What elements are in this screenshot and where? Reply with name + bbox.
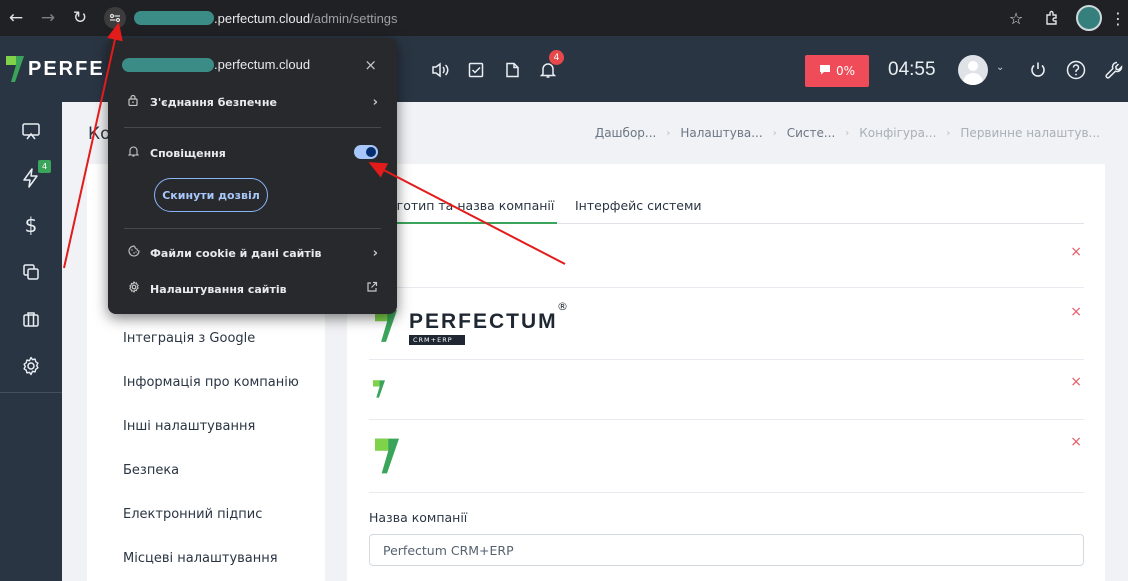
- user-avatar[interactable]: [958, 55, 988, 85]
- logo-row: ×: [369, 224, 1084, 288]
- rail-divider: [0, 392, 62, 393]
- popup-host: .perfectum.cloud: [214, 57, 311, 72]
- reset-permission-button[interactable]: Скинути дозвіл: [154, 178, 268, 212]
- site-settings-row[interactable]: Налаштування сайтів: [128, 279, 378, 299]
- connection-label: З'єднання безпечне: [150, 95, 277, 109]
- chevron-right-icon: ›: [372, 94, 378, 110]
- popup-divider: [124, 127, 381, 128]
- browser-toolbar: ← → ↻ .perfectum.cloud /admin/settings ☆…: [0, 0, 1128, 36]
- tab-system-interface[interactable]: Інтерфейс системи: [575, 198, 702, 213]
- breadcrumb-chevron-icon: ›: [845, 127, 850, 139]
- logo-row: ×: [369, 420, 1084, 493]
- brand-sub: CRM+ERP: [409, 335, 465, 345]
- lock-icon: [128, 94, 150, 110]
- favicon-logo-icon: [375, 438, 399, 474]
- popup-divider: [124, 228, 381, 229]
- small-logo-icon: [373, 380, 385, 398]
- work-timer: 04:55: [888, 59, 936, 80]
- rail-copy-icon[interactable]: [0, 248, 62, 295]
- help-icon[interactable]: [1064, 58, 1088, 82]
- breadcrumb-chevron-icon: ›: [772, 127, 777, 139]
- cookie-icon: [128, 245, 150, 261]
- document-icon[interactable]: [500, 58, 524, 82]
- chevron-down-icon[interactable]: ⌄: [996, 62, 1004, 73]
- menu-item-security[interactable]: Безпека: [123, 463, 179, 478]
- breadcrumb-item[interactable]: Систе...: [787, 126, 836, 140]
- browser-menu-icon[interactable]: ⋮: [1108, 0, 1128, 36]
- perfectum-logo-icon: [6, 56, 24, 82]
- browser-profile-avatar[interactable]: [1076, 5, 1102, 31]
- speaker-icon[interactable]: [428, 58, 452, 82]
- remove-logo-button[interactable]: ×: [1070, 434, 1082, 450]
- breadcrumb-item[interactable]: Конфігура...: [859, 126, 936, 140]
- notifications-label: Сповіщення: [150, 146, 226, 160]
- breadcrumb-item[interactable]: Дашбор...: [595, 126, 657, 140]
- forward-icon[interactable]: →: [32, 0, 64, 36]
- notifications-toggle[interactable]: [354, 145, 378, 159]
- notifications-row: Сповіщення: [127, 143, 378, 163]
- rail-dashboard-icon[interactable]: [0, 107, 62, 154]
- logo-row: PERFECTUM ® CRM+ERP ×: [369, 288, 1084, 360]
- url-path: /admin/settings: [310, 10, 398, 26]
- logo-row: ×: [369, 360, 1084, 420]
- menu-item-company-info[interactable]: Інформація про компанію: [123, 375, 299, 390]
- extensions-icon[interactable]: [1034, 0, 1070, 36]
- breadcrumb: Дашбор... › Налаштува... › Систе... › Ко…: [595, 126, 1100, 140]
- connection-secure-row[interactable]: З'єднання безпечне ›: [128, 92, 378, 112]
- menu-item-google-integration[interactable]: Інтеграція з Google: [123, 331, 255, 346]
- tab-logo-company-name[interactable]: логотип та назва компанії: [381, 198, 554, 213]
- notifications-badge: 4: [549, 50, 564, 65]
- progress-button[interactable]: 0%: [805, 55, 869, 87]
- rail-badge: 4: [38, 160, 51, 173]
- rail-lightning-icon[interactable]: 4: [0, 154, 62, 201]
- redacted-subdomain: [122, 57, 214, 72]
- site-settings-label: Налаштування сайтів: [150, 282, 287, 296]
- cookies-label: Файли cookie й дані сайтів: [150, 246, 322, 260]
- cookies-row[interactable]: Файли cookie й дані сайтів ›: [128, 243, 378, 263]
- breadcrumb-item[interactable]: Налаштува...: [680, 126, 762, 140]
- tasks-check-icon[interactable]: [464, 58, 488, 82]
- popup-title: .perfectum.cloud: [122, 57, 310, 72]
- open-external-icon: [366, 281, 378, 297]
- flag-message-icon: [819, 64, 831, 78]
- company-name-input[interactable]: [369, 534, 1084, 566]
- menu-item-local-settings[interactable]: Місцеві налаштування: [123, 551, 278, 566]
- redacted-subdomain: [134, 11, 214, 25]
- registered-mark: ®: [557, 300, 568, 313]
- bookmark-star-icon[interactable]: ☆: [998, 0, 1034, 36]
- content-card: логотип та назва компанії Інтерфейс сист…: [347, 164, 1105, 581]
- breadcrumb-chevron-icon: ›: [946, 127, 951, 139]
- remove-logo-button[interactable]: ×: [1070, 374, 1082, 390]
- menu-item-e-signature[interactable]: Електронний підпис: [123, 507, 262, 522]
- full-logo-image: PERFECTUM ® CRM+ERP: [375, 300, 575, 352]
- url-host: .perfectum.cloud: [214, 10, 311, 26]
- address-bar[interactable]: .perfectum.cloud /admin/settings: [134, 11, 398, 26]
- app-logo[interactable]: PERFE: [6, 56, 105, 82]
- left-sidebar: 4 $: [0, 102, 62, 581]
- site-info-popup: .perfectum.cloud × З'єднання безпечне › …: [108, 38, 397, 314]
- rail-gear-icon[interactable]: [0, 342, 62, 389]
- wrench-icon[interactable]: [1102, 58, 1126, 82]
- rail-dollar-icon[interactable]: $: [0, 201, 62, 248]
- menu-item-other-settings[interactable]: Інші налаштування: [123, 419, 255, 434]
- power-icon[interactable]: [1026, 58, 1050, 82]
- progress-label: 0%: [835, 64, 856, 78]
- company-name-label: Назва компанії: [369, 510, 468, 525]
- bell-icon[interactable]: 4: [536, 50, 564, 82]
- reload-icon[interactable]: ↻: [64, 0, 96, 36]
- tabs-bar: логотип та назва компанії Інтерфейс сист…: [369, 186, 1084, 224]
- rail-briefcase-icon[interactable]: [0, 295, 62, 342]
- back-icon[interactable]: ←: [0, 0, 32, 36]
- remove-logo-button[interactable]: ×: [1070, 304, 1082, 320]
- remove-logo-button[interactable]: ×: [1070, 244, 1082, 260]
- chevron-right-icon: ›: [372, 245, 378, 261]
- popup-close-icon[interactable]: ×: [364, 56, 377, 74]
- site-info-icon[interactable]: [104, 7, 126, 29]
- logo-text: PERFE: [28, 57, 105, 80]
- breadcrumb-chevron-icon: ›: [666, 127, 671, 139]
- breadcrumb-current: Первинне налаштув...: [960, 126, 1100, 140]
- brand-text: PERFECTUM: [409, 310, 558, 333]
- bell-icon: [127, 145, 150, 161]
- gear-icon: [128, 281, 150, 297]
